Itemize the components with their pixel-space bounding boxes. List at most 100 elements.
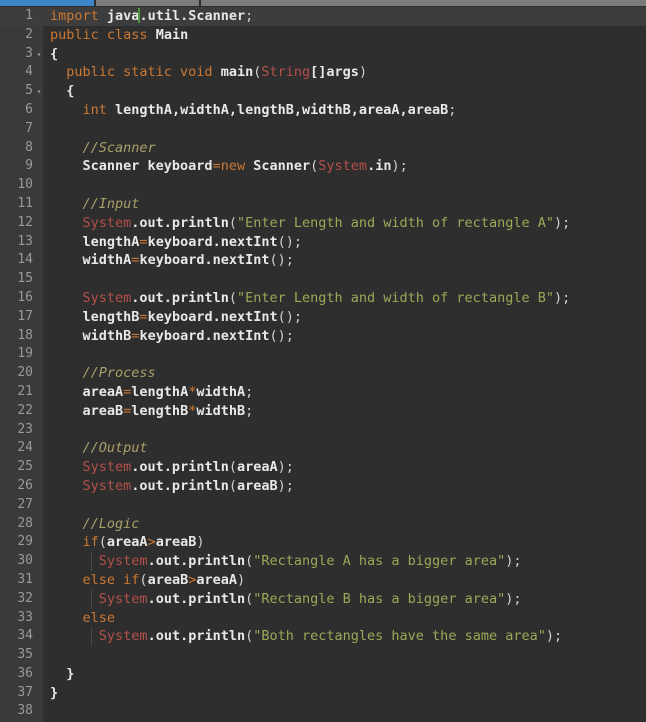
token-id: keyboard.nextInt [139, 327, 270, 344]
code-line[interactable]: 29 if(areaA>areaB) [0, 533, 646, 552]
line-number: 2 [25, 26, 33, 42]
code-line[interactable]: 22 areaB=lengthB*widthB; [0, 402, 646, 421]
token-pl: ); [553, 289, 571, 306]
token-id: areaA [236, 459, 278, 476]
code-line[interactable]: 1 import java.util.Scanner; [0, 7, 646, 26]
fold-arrow-icon[interactable]: ▾ [35, 45, 43, 65]
code-line[interactable]: 7 [0, 120, 646, 139]
code-text: if(areaA>areaB) [43, 533, 205, 552]
code-line[interactable]: 20 //Process [0, 364, 646, 383]
code-editor-pane[interactable]: 1 import java.util.Scanner; 2 public class … [0, 7, 646, 722]
code-line[interactable]: 13 lengthA=keyboard.nextInt(); [0, 233, 646, 252]
code-line[interactable]: 35 [0, 646, 646, 665]
code-line[interactable]: 2 public class Main [0, 26, 646, 45]
token-id: { [66, 83, 75, 100]
code-line[interactable]: 9 Scanner keyboard=new Scanner(System.in… [0, 157, 646, 176]
code-text: import java.util.Scanner; [43, 7, 253, 26]
token-id: .out.println [131, 214, 229, 231]
line-number: 17 [17, 308, 33, 324]
line-number: 11 [17, 195, 33, 211]
code-line[interactable]: 32 System.out.println("Rectangle B has a… [0, 589, 646, 609]
code-line[interactable]: 8 //Scanner [0, 139, 646, 158]
scroll-track-segment-1[interactable] [96, 0, 199, 6]
token-id: areaB [147, 571, 189, 588]
code-line[interactable]: 17 lengthB=keyboard.nextInt(); [0, 308, 646, 327]
code-line[interactable]: 15 [0, 270, 646, 289]
code-line[interactable]: 38 [0, 702, 646, 721]
code-line[interactable]: 10 [0, 176, 646, 195]
token-typ: System [82, 214, 132, 231]
code-line[interactable]: 12 System.out.println("Enter Length and … [0, 214, 646, 233]
token-kw: else if [82, 571, 140, 588]
fold-arrow-icon[interactable]: ▾ [35, 82, 43, 102]
code-text: //Input [43, 195, 140, 214]
token-typ: System [98, 628, 148, 645]
token-id: } [50, 684, 59, 701]
token-pl: (); [277, 308, 302, 325]
code-line[interactable]: 14 widthA=keyboard.nextInt(); [0, 251, 646, 270]
code-text: else [43, 609, 116, 628]
token-op: = [139, 308, 148, 325]
code-line[interactable]: 37} [0, 684, 646, 703]
code-line[interactable]: 21 areaA=lengthA*widthA; [0, 383, 646, 402]
code-line[interactable]: 16 System.out.println("Enter Length and … [0, 289, 646, 308]
token-pl: ) [196, 534, 205, 551]
code-line[interactable]: 4 public static void main(String[]args) [0, 63, 646, 82]
code-line[interactable]: 27 [0, 496, 646, 515]
code-line[interactable]: 28 //Logic [0, 515, 646, 534]
active-scroll-thumb[interactable] [0, 0, 94, 6]
token-typ: System [98, 553, 148, 570]
token-id: areaB [236, 477, 278, 494]
token-pl: ; [245, 402, 254, 419]
horizontal-scrollbar[interactable] [0, 0, 646, 7]
token-id: main [220, 64, 254, 81]
code-line[interactable]: 31 else if(areaB>areaA) [0, 571, 646, 590]
token-id: .out.println [147, 553, 246, 570]
token-pl: (); [269, 327, 294, 344]
token-cmt: //Scanner [82, 139, 156, 156]
code-line[interactable]: 18 widthB=keyboard.nextInt(); [0, 327, 646, 346]
scroll-track-segment-2[interactable] [201, 0, 646, 6]
token-cmt: //Process [82, 365, 156, 382]
code-line[interactable]: 3 ▾ { [0, 45, 646, 64]
line-number: 10 [17, 177, 33, 193]
token-id: []args [310, 64, 359, 81]
line-number: 31 [17, 571, 33, 587]
code-line[interactable]: 34 System.out.println("Both rectangles h… [0, 627, 646, 647]
token-pl: ; [245, 383, 254, 400]
code-text: areaA=lengthA*widthA; [43, 383, 254, 402]
code-line[interactable]: 33 else [0, 609, 646, 628]
code-line[interactable]: 24 //Output [0, 439, 646, 458]
token-pl: ) [358, 64, 368, 81]
code-text: System.out.println(areaA); [43, 458, 294, 477]
code-line[interactable]: 11 //Input [0, 195, 646, 214]
line-number: 19 [17, 346, 33, 362]
line-number: 23 [17, 421, 33, 437]
code-line[interactable]: 26 System.out.println(areaB); [0, 477, 646, 496]
token-str: "Enter Length and width of rectangle A" [236, 214, 554, 231]
code-line[interactable]: 23 [0, 421, 646, 440]
code-line[interactable]: 30 System.out.println("Rectangle A has a… [0, 552, 646, 571]
code-line[interactable]: 19 [0, 345, 646, 364]
code-line[interactable]: 6 int lengthA,widthA,lengthB,widthB,area… [0, 101, 646, 120]
line-number: 16 [17, 289, 33, 305]
token-pl: ; [245, 8, 254, 24]
token-id: lengthB [82, 308, 140, 325]
token-pl: ( [228, 459, 237, 476]
code-line[interactable]: 5 ▾ { [0, 82, 646, 101]
token-kw: public static void [66, 64, 213, 81]
code-line[interactable]: 36 } [0, 665, 646, 684]
code-line[interactable]: 25 System.out.println(areaA); [0, 458, 646, 477]
token-id: widthB [82, 327, 132, 344]
line-number: 3 [25, 45, 33, 61]
line-number: 9 [25, 158, 33, 174]
